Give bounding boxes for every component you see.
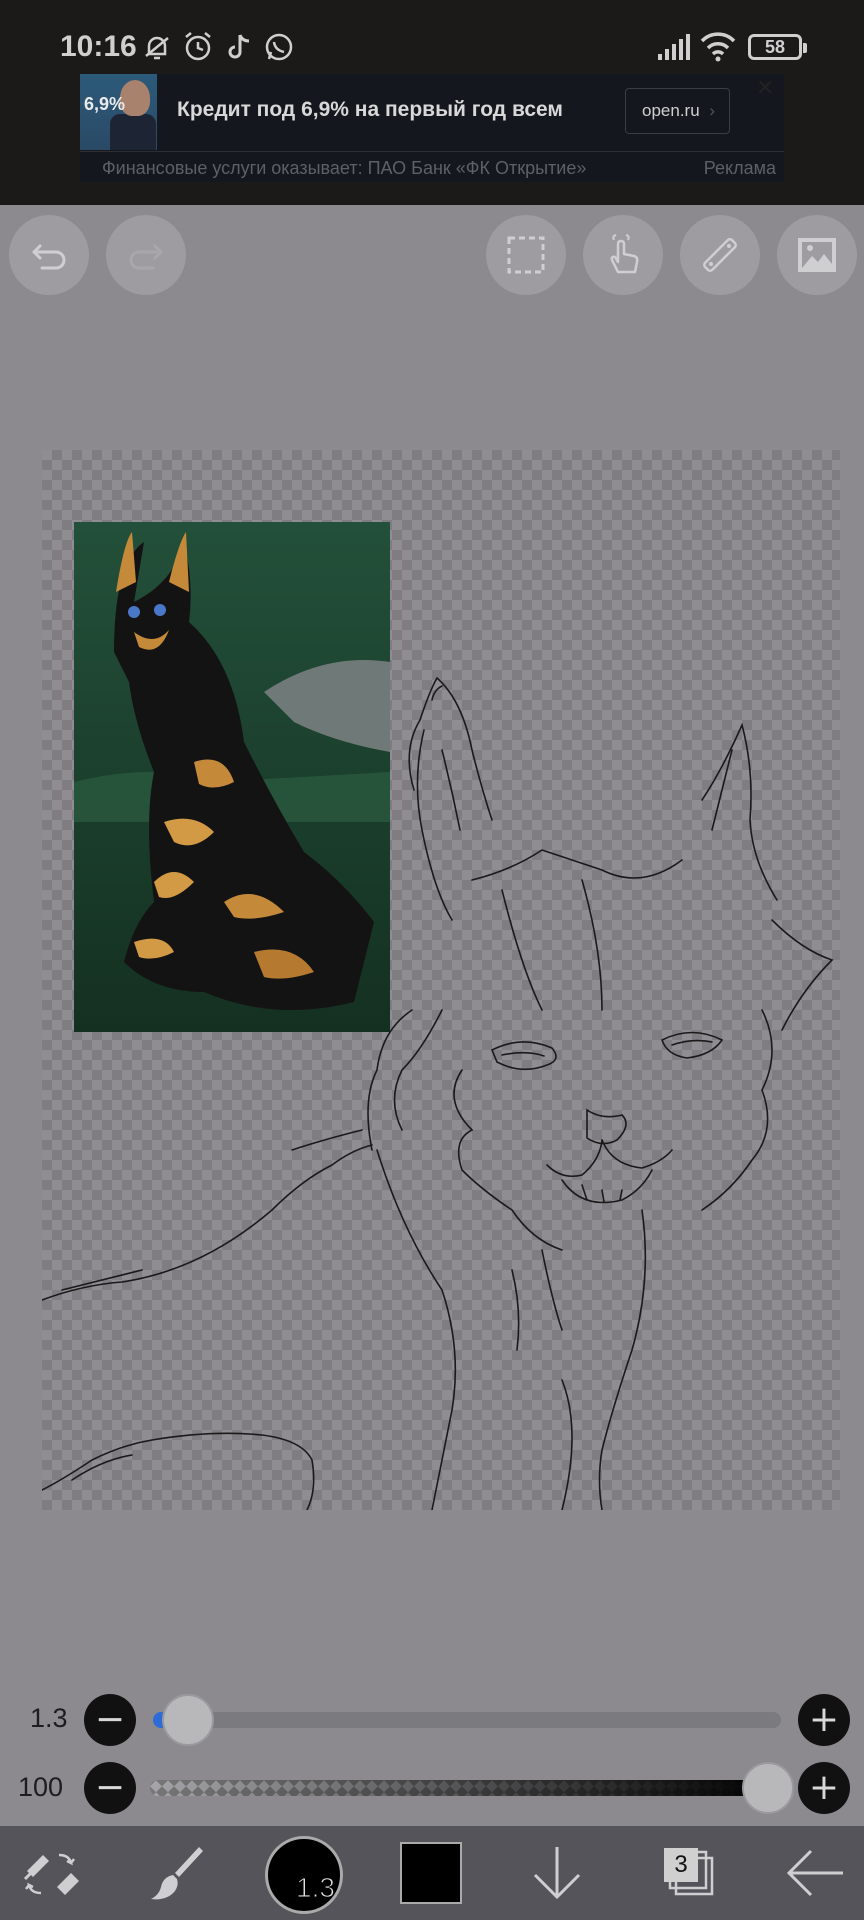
tool-swap-icon	[23, 1853, 79, 1895]
drawing-canvas[interactable]	[42, 450, 840, 1510]
image-icon	[798, 238, 836, 272]
undo-button[interactable]	[9, 215, 89, 295]
ad-label: Реклама	[703, 158, 776, 178]
opacity-decrease-button[interactable]: −	[84, 1762, 136, 1814]
clock: 10:16	[60, 30, 137, 63]
signal-icon	[658, 34, 690, 60]
brush-size-label: 1.3	[296, 1872, 336, 1904]
hand-icon	[610, 234, 639, 274]
chevron-right-icon: ›	[709, 101, 715, 120]
ruler-button[interactable]	[680, 215, 760, 295]
battery-icon: 58	[748, 34, 807, 60]
layer-count-badge: 3	[664, 1848, 698, 1882]
tool-swap-button[interactable]	[16, 1826, 86, 1920]
lineart-layer	[42, 676, 834, 1510]
color-icon[interactable]	[400, 1842, 462, 1904]
ruler-icon	[703, 238, 737, 272]
status-bar: 10:16 58 6,9% Кредит под 6,9% на первый …	[0, 0, 864, 205]
brush-icon	[151, 1847, 203, 1900]
tiktok-icon	[228, 34, 250, 59]
wifi-icon	[700, 32, 736, 62]
brush-size-decrease-button[interactable]: −	[84, 1694, 136, 1746]
brush-size-track[interactable]	[153, 1712, 781, 1728]
undo-icon	[32, 244, 66, 270]
ad-subtitle: Финансовые услуги оказывает: ПАО Банк «Ф…	[102, 158, 587, 178]
selection-icon	[507, 236, 545, 274]
back-icon	[786, 1849, 843, 1897]
close-icon[interactable]: ✕	[756, 76, 774, 101]
save-down-icon	[533, 1847, 581, 1900]
opacity-slider-handle[interactable]	[742, 1762, 794, 1814]
selection-button[interactable]	[486, 215, 566, 295]
opacity-value: 100	[18, 1772, 64, 1802]
whatsapp-icon	[265, 33, 293, 61]
brush-size-increase-button[interactable]: +	[798, 1694, 850, 1746]
brush-button[interactable]	[140, 1826, 210, 1920]
ad-title: Кредит под 6,9% на первый год всем	[177, 98, 563, 121]
brush-size-value: 1.3	[30, 1703, 68, 1733]
opacity-increase-button[interactable]: +	[798, 1762, 850, 1814]
ad-image: 6,9%	[80, 74, 157, 150]
alarm-icon	[185, 32, 211, 61]
image-button[interactable]	[777, 215, 857, 295]
ad-open-label: open.ru	[642, 101, 700, 120]
brush-size-slider-handle[interactable]	[162, 1694, 214, 1746]
hand-tool-button[interactable]	[583, 215, 663, 295]
redo-icon	[129, 244, 163, 270]
ad-thumb-text: 6,9%	[84, 94, 126, 114]
mute-icon	[145, 36, 169, 60]
opacity-track[interactable]	[150, 1780, 778, 1796]
back-button[interactable]	[780, 1826, 850, 1920]
divider	[80, 151, 784, 152]
redo-button[interactable]	[106, 215, 186, 295]
save-down-button[interactable]	[522, 1826, 592, 1920]
ad-banner[interactable]: 6,9% Кредит под 6,9% на первый год всем …	[80, 74, 784, 182]
ad-open-button[interactable]: open.ru ›	[625, 88, 730, 134]
